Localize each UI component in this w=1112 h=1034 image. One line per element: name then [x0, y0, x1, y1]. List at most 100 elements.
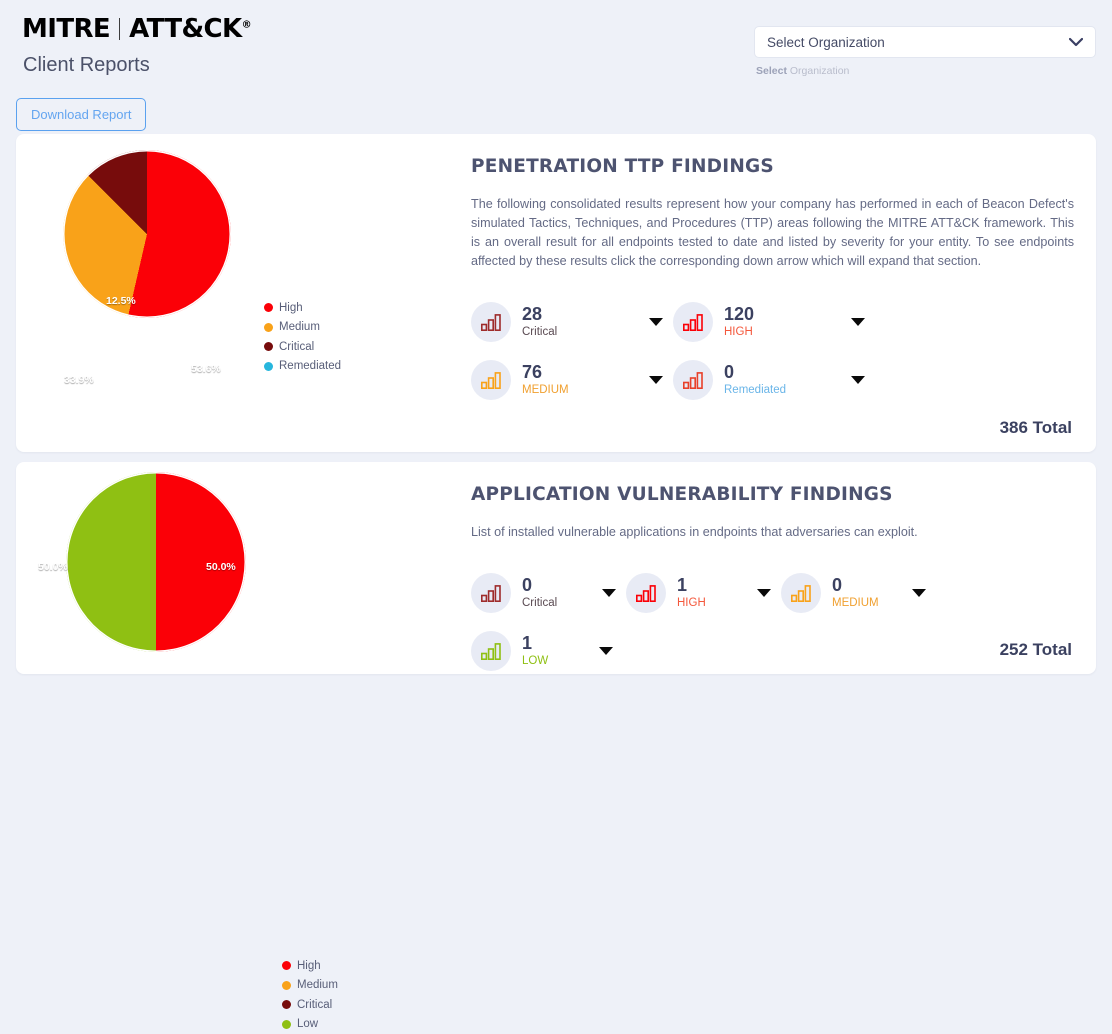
stat-label-remediated: Remediated [724, 383, 851, 398]
chevron-down-icon[interactable] [1069, 38, 1083, 47]
legend-dot-critical-icon [282, 1000, 291, 1009]
stat-value-remediated: 0 [724, 362, 851, 382]
bar-chart-icon [781, 573, 821, 613]
app-legend: High Medium Critical Low [282, 956, 338, 1034]
stat-value-high: 1 [677, 575, 757, 595]
stat-label-medium: MEDIUM [522, 383, 649, 398]
stat-card-medium[interactable]: 76 MEDIUM [471, 351, 673, 409]
ttp-pie-chart [63, 150, 231, 318]
ttp-section-title: PENETRATION TTP FINDINGS [471, 156, 1074, 177]
stat-value-medium: 76 [522, 362, 649, 382]
legend-item: High [282, 956, 338, 976]
ttp-total: 386 Total [1000, 418, 1072, 438]
expand-caret-high-icon[interactable] [851, 318, 865, 326]
ttp-section-description: The following consolidated results repre… [471, 195, 1074, 271]
legend-item: Remediated [264, 357, 341, 377]
legend-item: Critical [282, 995, 338, 1015]
page-header: MITRE ATT&CK® Client Reports Download Re… [0, 0, 1112, 130]
registered-mark: ® [242, 19, 251, 30]
legend-label-critical: Critical [279, 341, 314, 353]
expand-caret-low-icon[interactable] [599, 647, 613, 655]
organization-help-bold: Select [756, 65, 787, 77]
legend-label-high: High [297, 960, 321, 972]
expand-caret-medium-icon[interactable] [912, 589, 926, 597]
bar-chart-icon [471, 573, 511, 613]
app-pie-label-low: 50.0% [38, 561, 68, 573]
mitre-attack-logo: MITRE ATT&CK® [22, 14, 251, 44]
stat-card-low[interactable]: 1 LOW [471, 622, 623, 680]
organization-help-text: Select Organization [754, 65, 1096, 77]
organization-selector-group: Select Organization Select Organization [754, 26, 1096, 77]
app-section-title: APPLICATION VULNERABILITY FINDINGS [471, 484, 1074, 505]
legend-label-low: Low [297, 1018, 318, 1030]
logo-attack-text: ATT&CK® [129, 14, 251, 44]
legend-dot-low-icon [282, 1020, 291, 1029]
logo-mitre-text: MITRE [22, 14, 110, 44]
app-stats-group: 0 Critical 1 HIGH [471, 564, 1074, 680]
legend-dot-remediated-icon [264, 362, 273, 371]
legend-item: Critical [264, 337, 341, 357]
app-section-description: List of installed vulnerable application… [471, 523, 1074, 542]
expand-caret-critical-icon[interactable] [649, 318, 663, 326]
stat-value-medium: 0 [832, 575, 912, 595]
bar-chart-icon [471, 302, 511, 342]
stat-value-critical: 0 [522, 575, 602, 595]
bar-chart-icon [471, 631, 511, 671]
legend-item: Medium [282, 976, 338, 996]
bar-chart-icon [673, 302, 713, 342]
client-reports-page: MITRE ATT&CK® Client Reports Download Re… [0, 0, 1112, 685]
ttp-text-column: PENETRATION TTP FINDINGS The following c… [471, 134, 1096, 452]
stat-value-critical: 28 [522, 304, 649, 324]
ttp-stats-group: 28 Critical 120 HIGH [471, 293, 1074, 409]
bar-chart-icon [471, 360, 511, 400]
legend-label-medium: Medium [297, 979, 338, 991]
legend-label-critical: Critical [297, 999, 332, 1011]
legend-label-remediated: Remediated [279, 360, 341, 372]
stat-card-critical[interactable]: 28 Critical [471, 293, 673, 351]
stat-label-medium: MEDIUM [832, 596, 912, 611]
stat-card-remediated[interactable]: 0 Remediated [673, 351, 875, 409]
expand-caret-high-icon[interactable] [757, 589, 771, 597]
legend-dot-high-icon [282, 961, 291, 970]
legend-dot-critical-icon [264, 342, 273, 351]
bar-chart-icon [626, 573, 666, 613]
page-title: Client Reports [23, 54, 150, 77]
expand-caret-medium-icon[interactable] [649, 376, 663, 384]
legend-item: Low [282, 1015, 338, 1034]
legend-item: Medium [264, 318, 341, 338]
stat-value-high: 120 [724, 304, 851, 324]
stat-label-high: HIGH [677, 596, 757, 611]
app-total: 252 Total [1000, 640, 1072, 660]
stat-label-critical: Critical [522, 596, 602, 611]
app-pie-label-high: 50.0% [206, 561, 236, 573]
app-chart-column: 50.0% 50.0% High Medium Critical [16, 462, 471, 674]
ttp-pie-label-critical: 12.5% [106, 295, 136, 307]
penetration-ttp-findings-card: 12.5% 53.6% 33.9% High Medium Critical [16, 134, 1096, 452]
stat-card-medium[interactable]: 0 MEDIUM [781, 564, 936, 622]
logo-divider [119, 18, 120, 40]
legend-item: High [264, 298, 341, 318]
ttp-pie-label-medium: 33.9% [64, 374, 94, 386]
legend-label-high: High [279, 302, 303, 314]
stat-label-critical: Critical [522, 325, 649, 340]
stat-label-low: LOW [522, 654, 599, 669]
expand-caret-critical-icon[interactable] [602, 589, 616, 597]
ttp-chart-column: 12.5% 53.6% 33.9% High Medium Critical [16, 134, 471, 452]
legend-dot-medium-icon [264, 323, 273, 332]
application-vulnerability-findings-card: 50.0% 50.0% High Medium Critical [16, 462, 1096, 674]
stat-card-high[interactable]: 1 HIGH [626, 564, 781, 622]
organization-select-value: Select Organization [767, 35, 885, 50]
ttp-legend: High Medium Critical Remediated [264, 298, 341, 376]
legend-label-medium: Medium [279, 321, 320, 333]
stat-card-critical[interactable]: 0 Critical [471, 564, 626, 622]
organization-select[interactable]: Select Organization [754, 26, 1096, 58]
legend-dot-high-icon [264, 303, 273, 312]
legend-dot-medium-icon [282, 981, 291, 990]
expand-caret-remediated-icon[interactable] [851, 376, 865, 384]
ttp-pie-label-high: 53.6% [191, 363, 221, 375]
bar-chart-icon [673, 360, 713, 400]
download-report-button[interactable]: Download Report [16, 98, 146, 131]
organization-help-rest: Organization [787, 65, 849, 77]
stat-label-high: HIGH [724, 325, 851, 340]
stat-card-high[interactable]: 120 HIGH [673, 293, 875, 351]
